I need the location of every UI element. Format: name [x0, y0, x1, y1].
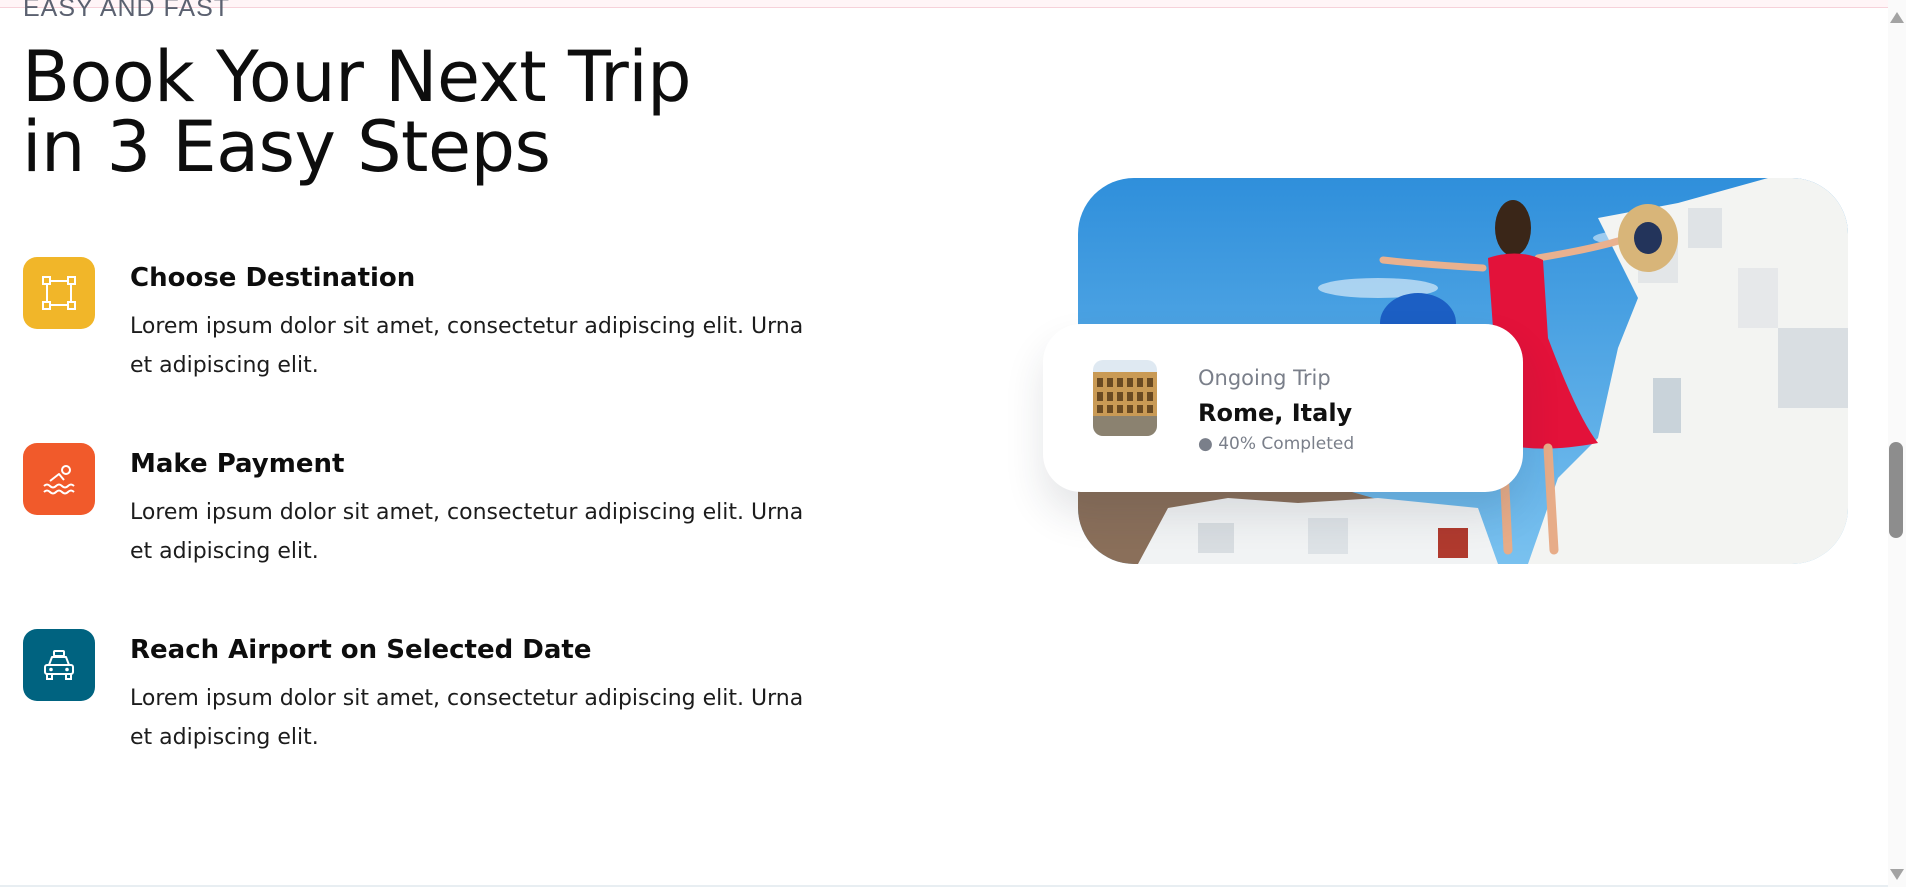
scrollbar-thumb[interactable] — [1889, 442, 1903, 538]
step-description: Lorem ipsum dolor sit amet, consectetur … — [130, 686, 804, 750]
step-title: Reach Airport on Selected Date — [130, 635, 592, 665]
section-title-line-2: in 3 Easy Steps — [22, 106, 551, 188]
section-title: Book Your Next Trip in 3 Easy Steps — [22, 36, 692, 188]
taxi-icon — [23, 629, 95, 701]
step-description: Lorem ipsum dolor sit amet, consectetur … — [130, 314, 804, 378]
scroll-down-arrow-icon[interactable] — [1890, 869, 1904, 880]
step-title: Choose Destination — [130, 263, 416, 293]
selection-icon — [23, 257, 95, 329]
scroll-up-arrow-icon[interactable] — [1890, 12, 1904, 23]
trip-destination: Rome, Italy — [1198, 399, 1353, 427]
swimmer-icon — [23, 443, 95, 515]
top-border — [0, 0, 1888, 8]
section-eyebrow: EASY AND FAST — [23, 0, 231, 22]
section-title-line-1: Book Your Next Trip — [22, 36, 692, 118]
step-description: Lorem ipsum dolor sit amet, consectetur … — [130, 500, 804, 564]
ongoing-trip-card[interactable]: Ongoing Trip Rome, Italy ● 40% Completed — [1043, 324, 1523, 492]
step-title: Make Payment — [130, 449, 345, 479]
colosseum-thumbnail — [1093, 360, 1157, 436]
trip-progress-text: ● 40% Completed — [1198, 434, 1355, 454]
trip-status-label: Ongoing Trip — [1198, 366, 1331, 390]
